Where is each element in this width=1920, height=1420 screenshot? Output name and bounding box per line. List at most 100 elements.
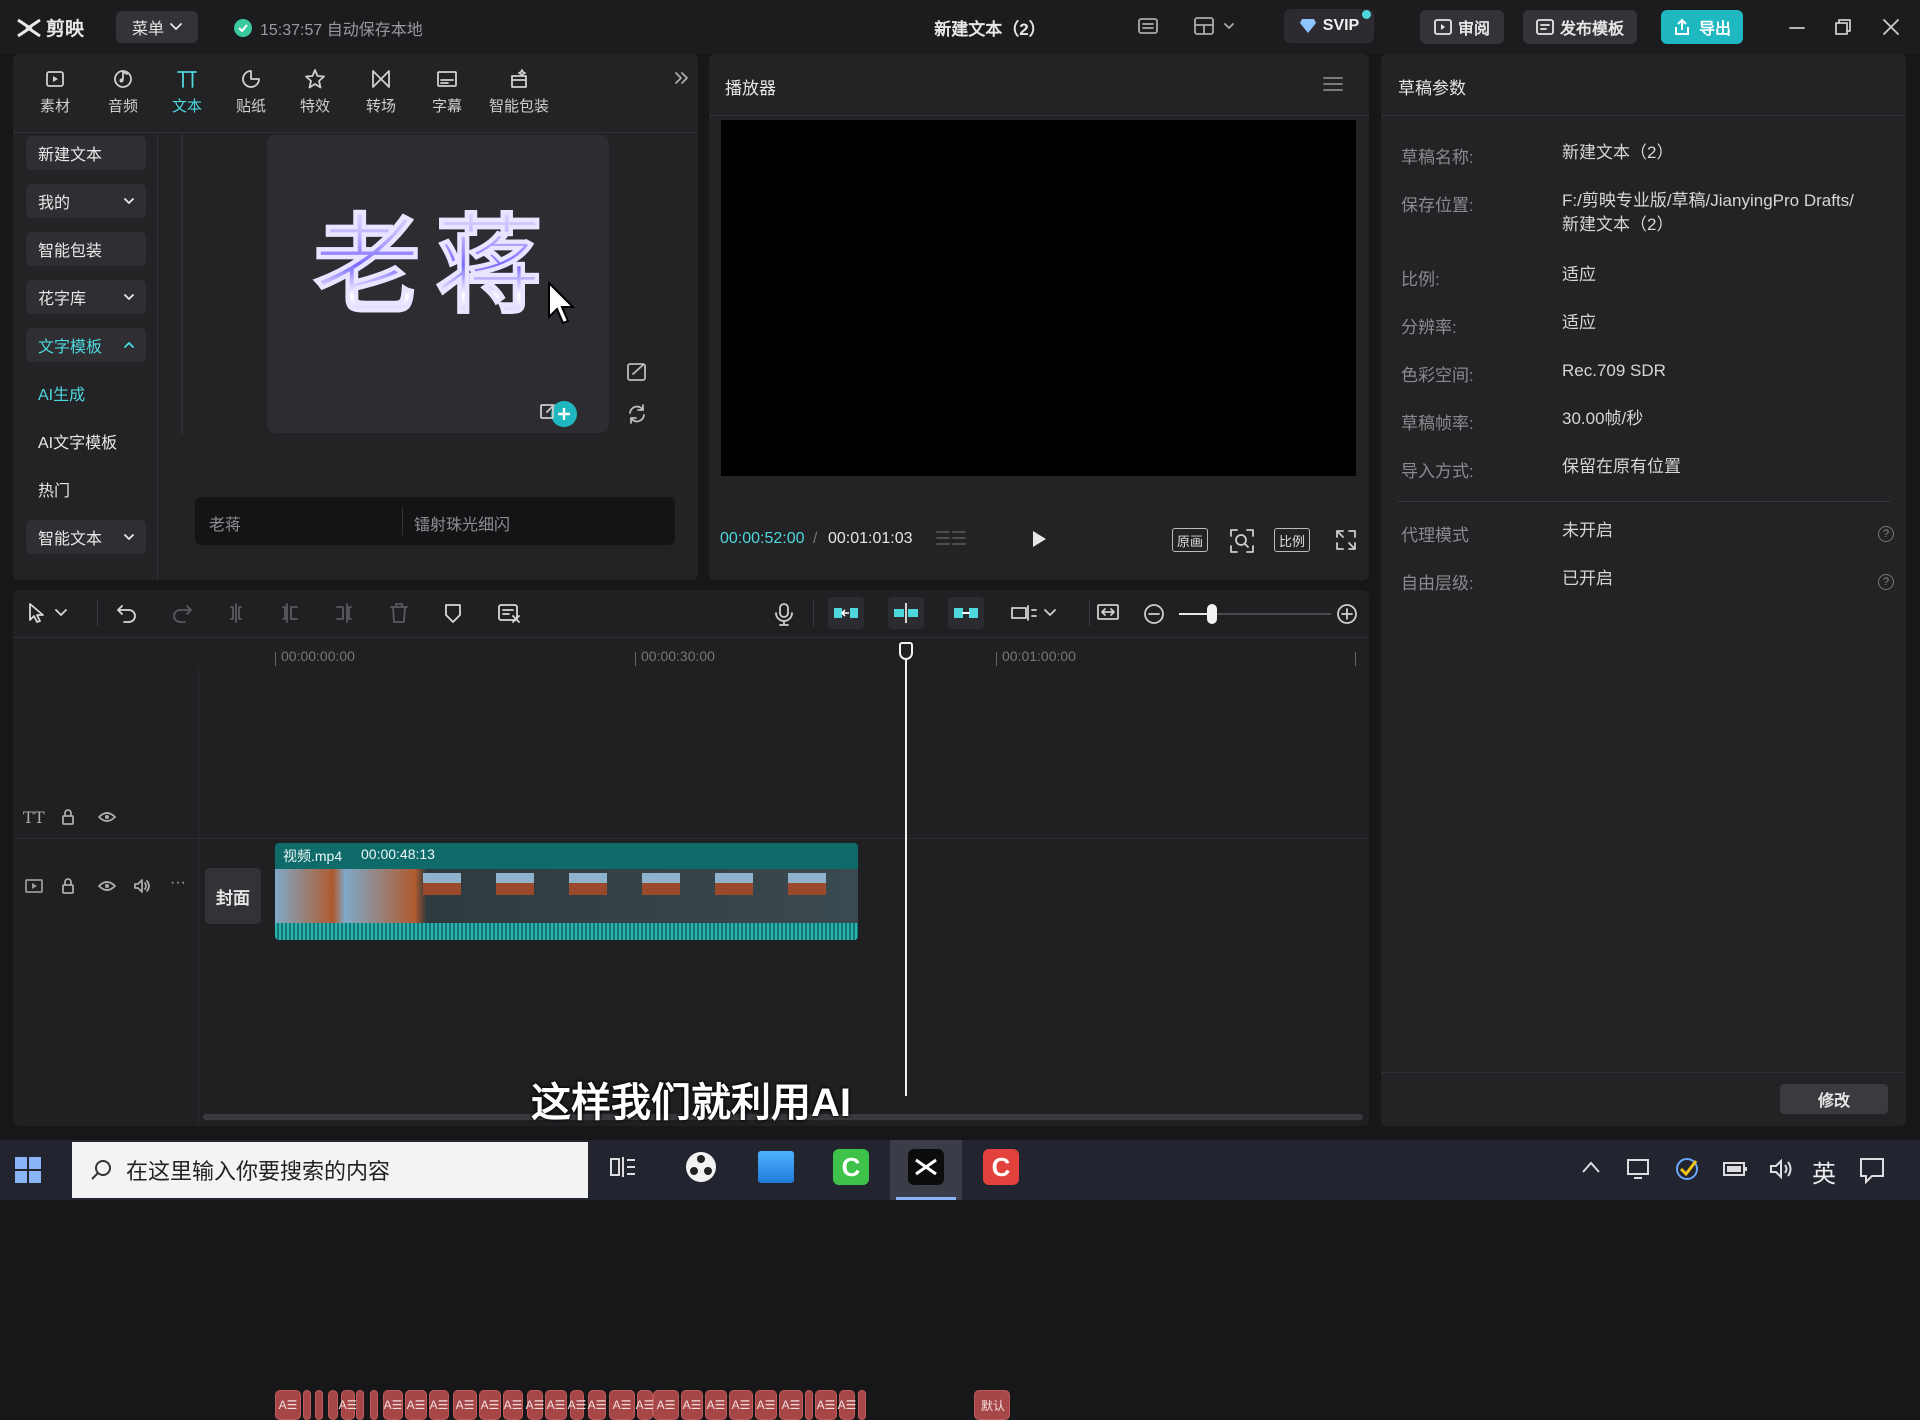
text-clip[interactable]: A☰ bbox=[479, 1390, 501, 1420]
task-view-icon[interactable] bbox=[596, 1140, 650, 1194]
text-clip[interactable]: A☰ bbox=[609, 1390, 635, 1420]
more-icon[interactable]: ··· bbox=[170, 874, 186, 892]
marker-icon[interactable] bbox=[442, 602, 464, 624]
select-tool-button[interactable] bbox=[27, 602, 67, 624]
sidebar-item[interactable]: 智能文本 bbox=[26, 520, 146, 554]
text-clip[interactable] bbox=[356, 1390, 364, 1420]
sidebar-item[interactable]: 新建文本 bbox=[26, 136, 146, 170]
tab-smart-pack[interactable]: 智能包装 bbox=[477, 60, 561, 116]
text-clip[interactable]: A☰ bbox=[383, 1390, 403, 1420]
text-clip[interactable] bbox=[328, 1390, 338, 1420]
zoom-out-icon[interactable] bbox=[1143, 603, 1165, 625]
text-clip[interactable]: A☰ bbox=[779, 1390, 803, 1420]
text-clip[interactable]: A☰ bbox=[568, 1390, 586, 1420]
tab-transition[interactable]: 转场 bbox=[349, 60, 413, 116]
text-clip[interactable]: A☰ bbox=[838, 1390, 856, 1420]
volume-icon[interactable] bbox=[1768, 1157, 1794, 1181]
zoom-fit-icon[interactable] bbox=[1229, 528, 1255, 554]
text-clip[interactable] bbox=[315, 1390, 323, 1420]
text-clip[interactable]: A☰ bbox=[755, 1390, 777, 1420]
more-categories-icon[interactable] bbox=[673, 70, 689, 86]
review-button[interactable]: 审阅 bbox=[1420, 10, 1504, 44]
camtasia-green-icon[interactable]: C bbox=[824, 1140, 878, 1194]
app-icon-pinwheel[interactable] bbox=[674, 1140, 728, 1194]
text-clip[interactable]: A☰ bbox=[429, 1390, 449, 1420]
layout-button[interactable] bbox=[1192, 14, 1234, 38]
record-audio-icon[interactable] bbox=[774, 602, 794, 626]
export-button[interactable]: 导出 bbox=[1661, 10, 1743, 44]
tab-media[interactable]: 素材 bbox=[23, 60, 87, 116]
menu-button[interactable]: 菜单 bbox=[116, 11, 198, 43]
windows-start-icon[interactable] bbox=[14, 1156, 42, 1184]
split-icon[interactable] bbox=[225, 602, 247, 624]
text-clip[interactable]: A☰ bbox=[588, 1390, 606, 1420]
sidebar-item[interactable]: 花字库 bbox=[26, 280, 146, 314]
help-icon[interactable]: ? bbox=[1878, 526, 1894, 542]
cover-button[interactable]: 封面 bbox=[205, 868, 261, 924]
eye-icon[interactable] bbox=[98, 879, 116, 893]
sidebar-item[interactable]: 我的 bbox=[26, 184, 146, 218]
ratio-button[interactable]: 比例 bbox=[1274, 528, 1310, 552]
text-clip[interactable]: A☰ bbox=[339, 1390, 357, 1420]
tray-expand-icon[interactable] bbox=[1581, 1160, 1601, 1174]
preview-axis-button[interactable] bbox=[1010, 602, 1056, 624]
time-ruler[interactable]: 00:00:00:00 00:00:30:00 00:01:00:00 bbox=[13, 638, 1369, 668]
text-clip[interactable] bbox=[858, 1390, 866, 1420]
help-icon[interactable]: ? bbox=[1878, 574, 1894, 590]
minimize-icon[interactable] bbox=[1788, 18, 1806, 36]
text-template-card[interactable]: 老蒋 bbox=[267, 135, 609, 433]
replace-icon[interactable] bbox=[625, 402, 649, 426]
timeline-fit-icon[interactable] bbox=[1096, 602, 1122, 624]
sidebar-item[interactable]: AI生成 bbox=[26, 376, 146, 410]
text-clip[interactable]: A☰ bbox=[815, 1390, 837, 1420]
battery-icon[interactable] bbox=[1722, 1157, 1750, 1179]
svip-button[interactable]: SVIP bbox=[1284, 9, 1374, 43]
text-clip[interactable] bbox=[370, 1390, 378, 1420]
lock-icon[interactable] bbox=[61, 878, 75, 894]
modify-button[interactable]: 修改 bbox=[1780, 1084, 1888, 1114]
tab-text[interactable]: 文本 bbox=[155, 60, 219, 116]
tab-effects[interactable]: 特效 bbox=[283, 60, 347, 116]
timecode-list-icon[interactable] bbox=[935, 528, 967, 550]
original-quality-button[interactable]: 原画 bbox=[1172, 528, 1208, 552]
text-clip[interactable] bbox=[805, 1390, 813, 1420]
taskbar-search-box[interactable]: 在这里输入你要搜索的内容 bbox=[72, 1142, 588, 1198]
text-clip[interactable]: A☰ bbox=[453, 1390, 477, 1420]
text-clip[interactable]: A☰ bbox=[526, 1390, 544, 1420]
security-check-icon[interactable] bbox=[1674, 1156, 1700, 1182]
ime-indicator[interactable]: 英 bbox=[1812, 1154, 1836, 1189]
text-clip[interactable]: A☰ bbox=[705, 1390, 727, 1420]
text-clip[interactable]: A☰ bbox=[653, 1390, 679, 1420]
text-clip[interactable]: A☰ bbox=[545, 1390, 567, 1420]
play-icon[interactable] bbox=[1030, 529, 1048, 549]
file-explorer-icon[interactable] bbox=[749, 1140, 803, 1194]
publish-template-button[interactable]: 发布模板 bbox=[1523, 10, 1637, 44]
zoom-in-icon[interactable] bbox=[1336, 603, 1358, 625]
capcut-taskbar-icon[interactable] bbox=[899, 1140, 953, 1194]
tab-audio[interactable]: 音频 bbox=[91, 60, 155, 116]
text-clip[interactable]: A☰ bbox=[503, 1390, 523, 1420]
scrollbar[interactable] bbox=[181, 134, 183, 434]
default-text-clip[interactable]: 默认 bbox=[974, 1390, 1010, 1420]
redo-icon[interactable] bbox=[171, 602, 193, 624]
video-clip[interactable]: 视频.mp4 00:00:48:13 bbox=[275, 843, 858, 940]
shortcut-icon[interactable] bbox=[1136, 14, 1160, 38]
edit-text-icon[interactable] bbox=[625, 360, 649, 384]
network-icon[interactable] bbox=[1626, 1157, 1652, 1181]
text-clip[interactable]: A☰ bbox=[729, 1390, 753, 1420]
fullscreen-icon[interactable] bbox=[1335, 529, 1357, 551]
linkage-icon[interactable] bbox=[948, 597, 984, 629]
sidebar-item[interactable]: AI文字模板 bbox=[26, 424, 146, 458]
lock-icon[interactable] bbox=[61, 809, 75, 825]
split-right-icon[interactable] bbox=[333, 602, 355, 624]
speaker-icon[interactable] bbox=[133, 878, 151, 894]
main-track-magnet-icon[interactable] bbox=[828, 597, 864, 629]
text-clip[interactable] bbox=[303, 1390, 311, 1420]
camtasia-red-icon[interactable]: C bbox=[974, 1140, 1028, 1194]
text-clip[interactable]: A☰ bbox=[405, 1390, 427, 1420]
sidebar-item[interactable]: 智能包装 bbox=[26, 232, 146, 266]
notification-icon[interactable] bbox=[1858, 1156, 1886, 1184]
text-clip[interactable]: A☰ bbox=[681, 1390, 703, 1420]
sidebar-item[interactable]: 文字模板 bbox=[26, 328, 146, 362]
text-clip[interactable]: A☰ bbox=[636, 1390, 654, 1420]
